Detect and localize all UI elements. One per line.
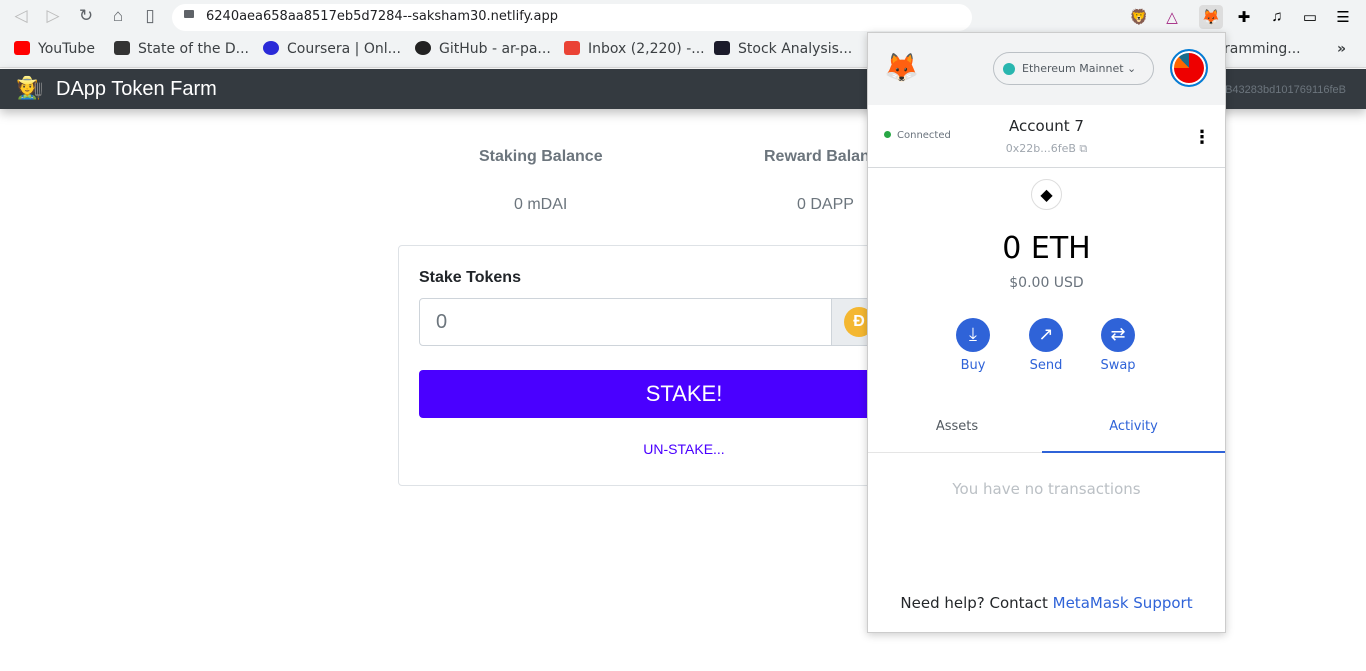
lock-icon — [184, 10, 194, 18]
bookmark-programming[interactable]: ramming... — [1224, 41, 1301, 57]
reward-balance-value: 0 DAPP — [797, 196, 854, 213]
account-name: Account 7 — [1009, 117, 1084, 135]
bookmark-github[interactable]: GitHub - ar-pa... — [415, 41, 551, 57]
chevron-down-icon: ⌄ — [1127, 62, 1137, 75]
network-selector[interactable]: Ethereum Mainnet ⌄ — [993, 52, 1154, 85]
farmer-icon: 🧑‍🌾 — [16, 75, 44, 100]
more-bookmarks-button[interactable]: » — [1337, 41, 1346, 57]
brave-shield-icon[interactable]: 🦁 — [1127, 8, 1151, 26]
swap-icon: ⇄ — [1101, 318, 1135, 352]
copy-icon: ⧉ — [1079, 142, 1088, 155]
back-icon[interactable]: ◁ — [10, 6, 32, 26]
account-avatar[interactable] — [1170, 49, 1208, 87]
account-address-copy[interactable]: 0x22b...6feB ⧉ — [868, 142, 1225, 156]
eth-balance: 0 ETH — [1002, 231, 1091, 266]
metamask-header: 🦊 Ethereum Mainnet ⌄ — [868, 33, 1225, 105]
network-dot-icon — [1003, 63, 1015, 75]
bookmark-icon[interactable]: ▯ — [139, 6, 161, 26]
stake-amount-input[interactable]: 0 — [419, 298, 832, 346]
metamask-fox-icon: 🦊 — [884, 51, 919, 84]
metamask-extension-icon[interactable]: 🦊 — [1199, 5, 1223, 29]
account-options-icon[interactable]: ⋮ — [1193, 127, 1211, 148]
help-text: Need help? Contact MetaMask Support — [900, 594, 1193, 612]
staking-balance-label: Staking Balance — [479, 148, 603, 165]
arrow-up-right-icon: ↗ — [1029, 318, 1063, 352]
media-icon[interactable]: ♫ — [1265, 8, 1289, 25]
bookmark-gmail[interactable]: Inbox (2,220) -... — [564, 41, 705, 57]
bookmark-coursera[interactable]: Coursera | Onl... — [263, 41, 401, 57]
stake-title: Stake Tokens — [419, 269, 521, 286]
download-icon: ⤓ — [956, 318, 990, 352]
extensions-icon[interactable]: ✚ — [1232, 8, 1256, 26]
wallet-icon[interactable]: ▭ — [1298, 8, 1322, 26]
ethereum-icon: ◆ — [1031, 179, 1062, 210]
bookmark-stock-analysis[interactable]: Stock Analysis... — [714, 41, 852, 57]
account-address: E0B43283bd101769116feB — [1211, 84, 1346, 96]
menu-icon[interactable]: ☰ — [1331, 8, 1355, 26]
browser-toolbar: ◁ ▷ ↻ ⌂ ▯ 6240aea658aa8517eb5d7284--saks… — [0, 0, 1366, 35]
forward-icon[interactable]: ▷ — [42, 6, 64, 26]
usd-balance: $0.00 USD — [1009, 275, 1084, 291]
account-row: Connected Account 7 0x22b...6feB ⧉ ⋮ — [868, 105, 1225, 168]
bookmark-state-of-the-dapps[interactable]: State of the D... — [114, 41, 249, 57]
reload-icon[interactable]: ↻ — [75, 6, 97, 26]
empty-transactions: You have no transactions — [952, 480, 1141, 498]
staking-balance-value: 0 mDAI — [514, 196, 568, 213]
buy-button[interactable]: ⤓ Buy — [943, 318, 1003, 373]
bookmark-youtube[interactable]: YouTube — [14, 41, 95, 57]
metamask-popup: 🦊 Ethereum Mainnet ⌄ Connected Account 7… — [867, 32, 1226, 633]
swap-button[interactable]: ⇄ Swap — [1088, 318, 1148, 373]
home-icon[interactable]: ⌂ — [107, 6, 129, 26]
tab-activity[interactable]: Activity — [1042, 405, 1225, 453]
tab-assets[interactable]: Assets — [868, 405, 1046, 453]
app-brand[interactable]: DApp Token Farm — [56, 78, 217, 101]
reward-balance-label: Reward Balan — [764, 148, 870, 165]
brave-rewards-icon[interactable]: △ — [1160, 8, 1184, 26]
address-bar[interactable]: 6240aea658aa8517eb5d7284--saksham30.netl… — [172, 4, 972, 31]
metamask-support-link[interactable]: MetaMask Support — [1053, 594, 1193, 612]
send-button[interactable]: ↗ Send — [1016, 318, 1076, 373]
